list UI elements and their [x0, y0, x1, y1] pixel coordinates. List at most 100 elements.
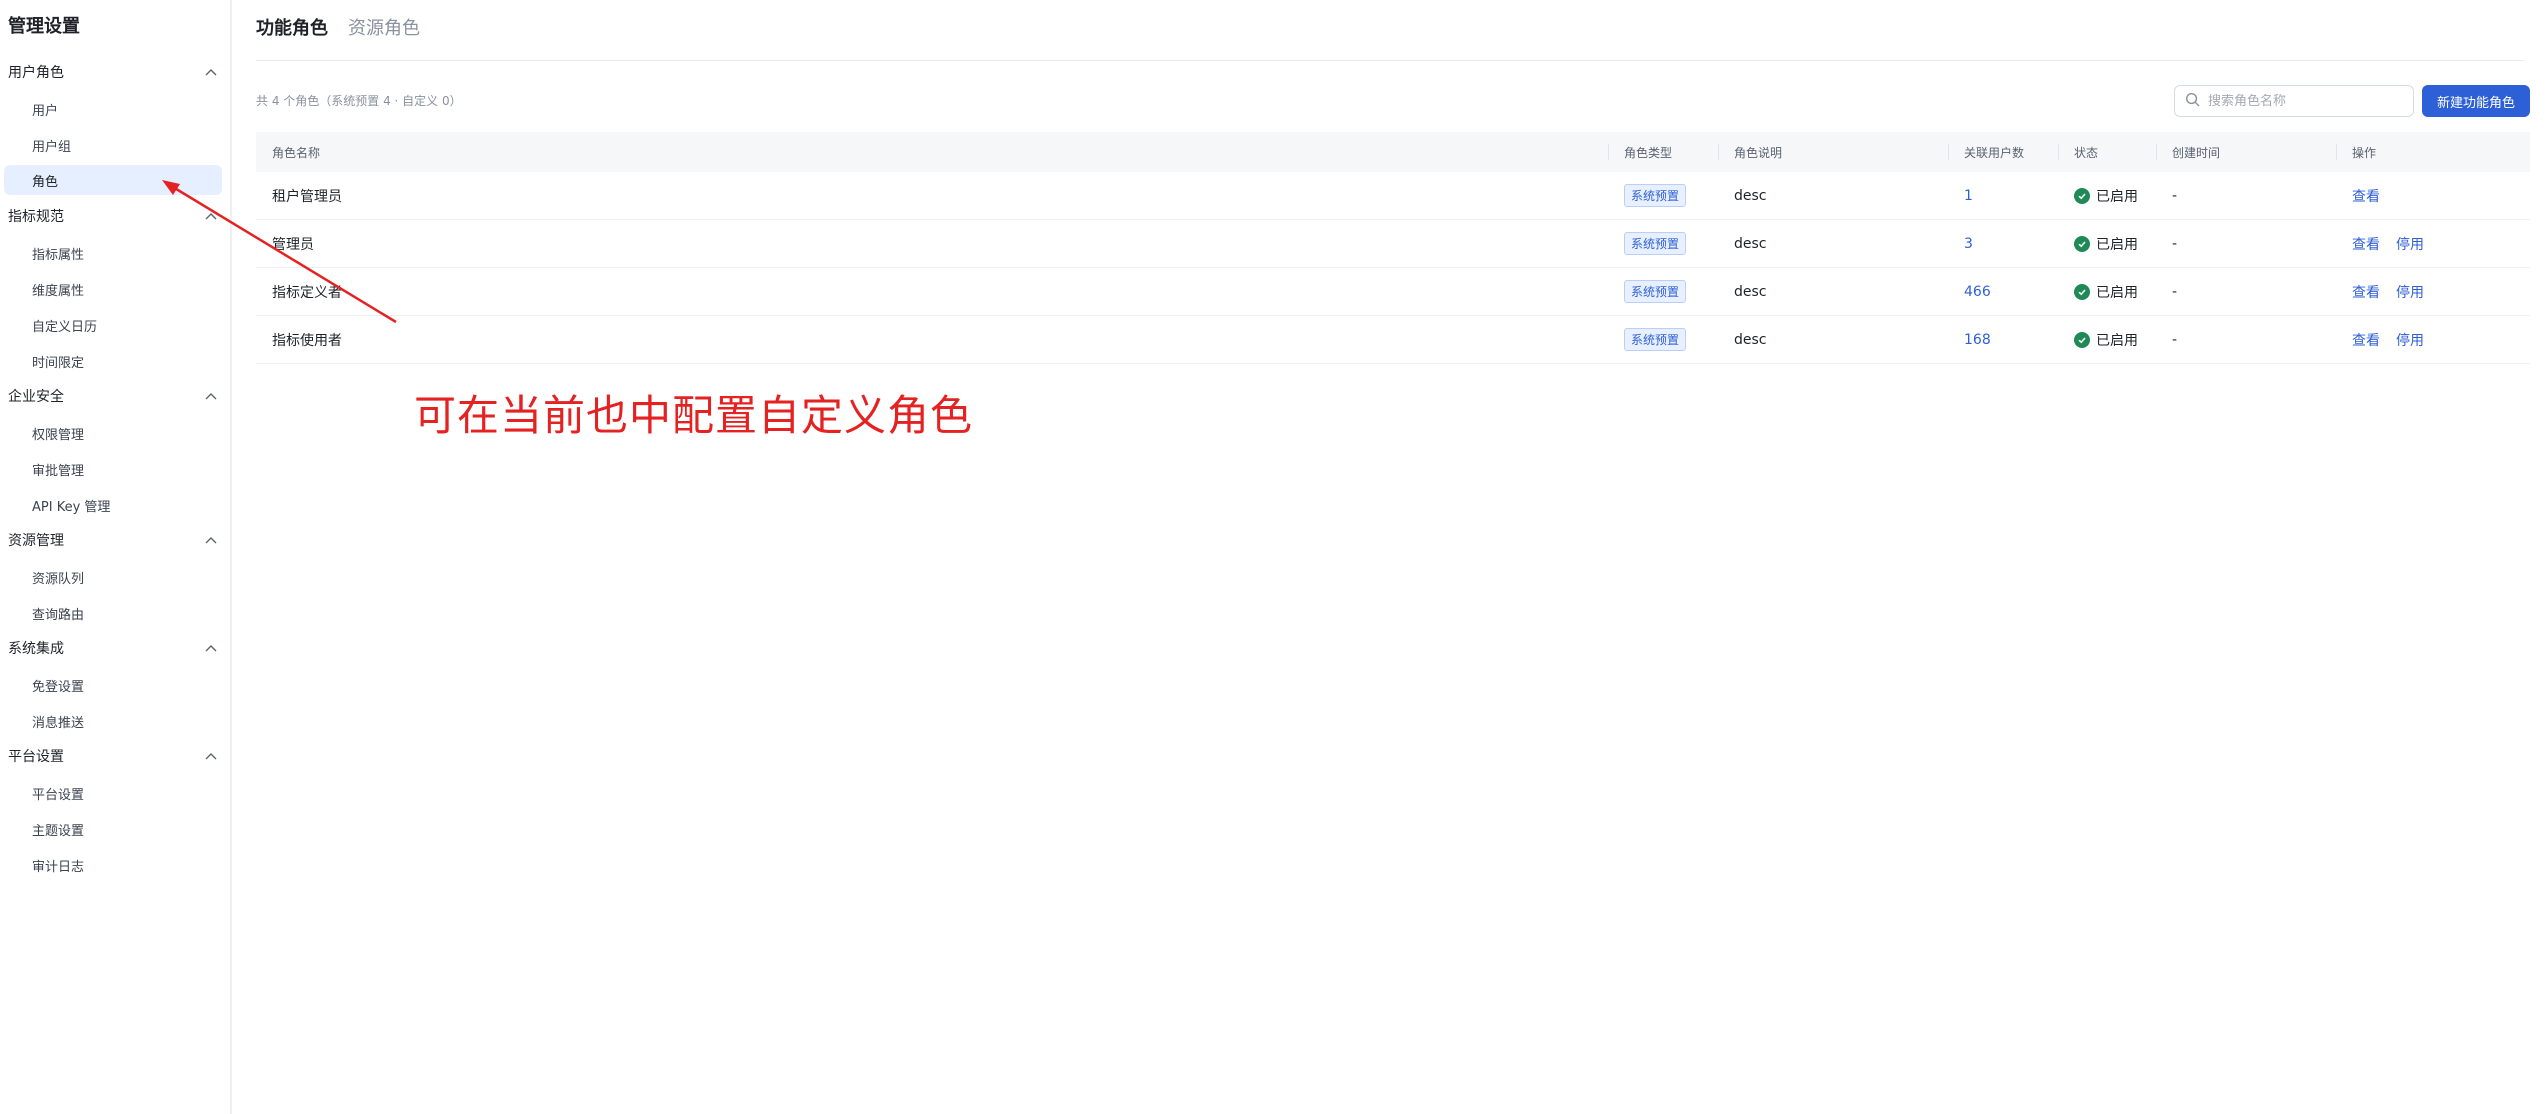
sidebar-item-label: 审批管理 — [32, 463, 85, 479]
view-link[interactable]: 查看 — [2352, 186, 2380, 206]
nav-group-label: 指标规范 — [8, 209, 64, 225]
nav-group-system-integration[interactable]: 系统集成 — [8, 636, 218, 660]
sidebar-item-query-routing[interactable]: 查询路由 — [4, 598, 222, 628]
column-header-ops: 操作 — [2336, 132, 2530, 172]
nav-group-label: 资源管理 — [8, 533, 64, 549]
disable-link[interactable]: 停用 — [2396, 234, 2424, 254]
role-type-tag: 系统预置 — [1624, 184, 1687, 207]
user-count-link[interactable]: 3 — [1948, 220, 2058, 267]
column-header-label: 关联用户数 — [1964, 145, 2025, 160]
column-header-created: 创建时间 — [2156, 132, 2336, 172]
column-divider — [2336, 144, 2337, 160]
sidebar-item-theme-settings[interactable]: 主题设置 — [4, 814, 222, 844]
created-time: - — [2172, 283, 2178, 300]
sidebar-item-label: 角色 — [32, 174, 59, 190]
disable-link[interactable]: 停用 — [2396, 330, 2424, 350]
role-desc: desc — [1734, 283, 1767, 300]
search-input[interactable] — [2208, 93, 2398, 109]
column-header-count: 关联用户数 — [1948, 132, 2058, 172]
role-type-tag: 系统预置 — [1624, 328, 1687, 351]
tab-functional-roles[interactable]: 功能角色 — [256, 14, 328, 40]
sidebar-item-label: 用户组 — [32, 139, 72, 155]
search-icon — [2185, 92, 2200, 111]
column-divider — [1608, 144, 1609, 160]
roles-table: 角色名称 角色类型 角色说明 关联用户数 状态 创建时间 操作 租户管理员 系统… — [256, 132, 2530, 364]
sidebar-item-resource-queues[interactable]: 资源队列 — [4, 562, 222, 592]
role-desc: desc — [1734, 187, 1767, 204]
view-link[interactable]: 查看 — [2352, 234, 2380, 254]
user-count-link[interactable]: 1 — [1948, 172, 2058, 219]
sidebar-item-label: 资源队列 — [32, 571, 85, 587]
column-divider — [1718, 144, 1719, 160]
create-role-button[interactable]: 新建功能角色 — [2422, 85, 2530, 117]
sidebar-item-user-groups[interactable]: 用户组 — [4, 130, 222, 160]
sidebar-item-audit-log[interactable]: 审计日志 — [4, 850, 222, 880]
chevron-up-icon — [204, 389, 218, 403]
nav-group-resource-management[interactable]: 资源管理 — [8, 528, 218, 552]
column-divider — [2058, 144, 2059, 160]
chevron-up-icon — [204, 209, 218, 223]
role-tabs: 功能角色 资源角色 — [256, 14, 420, 40]
sidebar-item-platform-settings[interactable]: 平台设置 — [4, 778, 222, 808]
status-text: 已启用 — [2096, 332, 2138, 349]
view-link[interactable]: 查看 — [2352, 330, 2380, 350]
sidebar-item-users[interactable]: 用户 — [4, 94, 222, 124]
role-type-tag: 系统预置 — [1624, 232, 1687, 255]
role-name: 管理员 — [272, 236, 314, 253]
sidebar-item-label: 平台设置 — [32, 787, 85, 803]
sidebar-item-api-keys[interactable]: API Key 管理 — [4, 490, 222, 520]
role-count-summary: 共 4 个角色（系统预置 4 · 自定义 0） — [256, 94, 462, 108]
disable-link[interactable]: 停用 — [2396, 282, 2424, 302]
sidebar-item-label: 权限管理 — [32, 427, 85, 443]
nav-group-label: 系统集成 — [8, 641, 64, 657]
column-header-label: 状态 — [2074, 145, 2099, 160]
created-time: - — [2172, 187, 2178, 204]
column-header-label: 角色说明 — [1734, 145, 1783, 160]
sidebar-item-custom-calendar[interactable]: 自定义日历 — [4, 310, 222, 340]
sidebar-item-label: 用户 — [32, 103, 59, 119]
column-header-label: 创建时间 — [2172, 145, 2221, 160]
chevron-up-icon — [204, 641, 218, 655]
sidebar-item-time-limit[interactable]: 时间限定 — [4, 346, 222, 376]
table-row: 指标定义者 系统预置 desc 466 已启用 - 查看 停用 — [256, 268, 2530, 316]
search-box[interactable] — [2174, 85, 2414, 117]
chevron-up-icon — [204, 533, 218, 547]
sidebar-item-sso-settings[interactable]: 免登设置 — [4, 670, 222, 700]
main-content: 功能角色 资源角色 共 4 个角色（系统预置 4 · 自定义 0） 新建功能角色… — [232, 0, 2548, 1114]
status-text: 已启用 — [2096, 188, 2138, 205]
role-desc: desc — [1734, 235, 1767, 252]
role-name: 指标使用者 — [272, 332, 342, 349]
sidebar-item-label: 维度属性 — [32, 283, 85, 299]
sidebar-item-roles[interactable]: 角色 — [4, 165, 222, 195]
column-divider — [2156, 144, 2157, 160]
sidebar-item-label: 指标属性 — [32, 247, 85, 263]
column-header-label: 操作 — [2352, 145, 2377, 160]
column-header-label: 角色类型 — [1624, 145, 1673, 160]
status-text: 已启用 — [2096, 284, 2138, 301]
nav-group-label: 平台设置 — [8, 749, 64, 765]
sidebar-title: 管理设置 — [8, 16, 80, 37]
sidebar-item-metric-attributes[interactable]: 指标属性 — [4, 238, 222, 268]
nav-group-user-roles[interactable]: 用户角色 — [8, 60, 218, 84]
tabs-divider — [256, 60, 2524, 61]
sidebar-item-dimension-attributes[interactable]: 维度属性 — [4, 274, 222, 304]
sidebar-item-message-push[interactable]: 消息推送 — [4, 706, 222, 736]
nav-group-platform-settings[interactable]: 平台设置 — [8, 744, 218, 768]
sidebar-item-approvals[interactable]: 审批管理 — [4, 454, 222, 484]
nav-group-enterprise-security[interactable]: 企业安全 — [8, 384, 218, 408]
column-header-status: 状态 — [2058, 132, 2156, 172]
tab-resource-roles[interactable]: 资源角色 — [348, 14, 420, 40]
view-link[interactable]: 查看 — [2352, 282, 2380, 302]
column-header-type: 角色类型 — [1608, 132, 1718, 172]
check-circle-icon — [2074, 283, 2090, 300]
role-desc: desc — [1734, 331, 1767, 348]
table-row: 租户管理员 系统预置 desc 1 已启用 - 查看 — [256, 172, 2530, 220]
table-row: 管理员 系统预置 desc 3 已启用 - 查看 停用 — [256, 220, 2530, 268]
created-time: - — [2172, 331, 2178, 348]
sidebar-item-permissions[interactable]: 权限管理 — [4, 418, 222, 448]
role-type-tag: 系统预置 — [1624, 280, 1687, 303]
user-count-link[interactable]: 168 — [1948, 316, 2058, 363]
nav-group-metric-standards[interactable]: 指标规范 — [8, 204, 218, 228]
user-count-link[interactable]: 466 — [1948, 268, 2058, 315]
check-circle-icon — [2074, 187, 2090, 204]
